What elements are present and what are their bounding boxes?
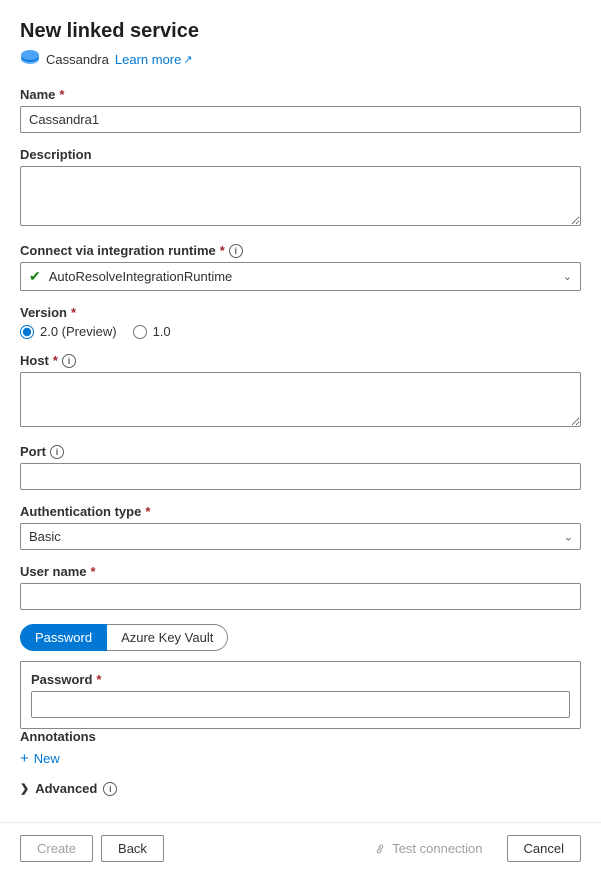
port-field-group: Port i [20, 444, 581, 490]
name-required-star: * [59, 87, 64, 102]
host-label: Host* i [20, 353, 581, 368]
footer-right: Test connection Cancel [357, 835, 581, 862]
cassandra-icon [20, 49, 40, 69]
create-button[interactable]: Create [20, 835, 93, 862]
name-field-group: Name* [20, 87, 581, 133]
password-tab[interactable]: Password [20, 624, 107, 651]
port-input[interactable] [20, 463, 581, 490]
test-connection-button[interactable]: Test connection [357, 836, 498, 861]
annotations-label: Annotations [20, 729, 581, 744]
version-1-radio[interactable] [133, 325, 147, 339]
learn-more-link[interactable]: Learn more ↗ [115, 52, 193, 67]
version-2-label: 2.0 (Preview) [40, 324, 117, 339]
advanced-section[interactable]: ❯ Advanced i [20, 781, 581, 796]
version-label: Version* [20, 305, 581, 320]
auth-type-select[interactable]: Basic Anonymous [20, 523, 581, 550]
host-field-group: Host* i [20, 353, 581, 430]
password-box: Password* [20, 661, 581, 729]
port-label: Port i [20, 444, 581, 459]
auth-type-dropdown[interactable]: Basic Anonymous ⌄ [20, 523, 581, 550]
advanced-chevron-icon: ❯ [20, 782, 29, 795]
footer-bar: Create Back Test connection Cancel [0, 822, 601, 874]
integration-runtime-dropdown[interactable]: ✔ AutoResolveIntegrationRuntime ⌄ [20, 262, 581, 291]
username-input[interactable] [20, 583, 581, 610]
azure-key-vault-tab[interactable]: Azure Key Vault [107, 624, 228, 651]
subtitle-row: Cassandra Learn more ↗ [20, 49, 581, 69]
host-input[interactable] [20, 372, 581, 427]
description-input[interactable] [20, 166, 581, 226]
integration-runtime-field-group: Connect via integration runtime* i ✔ Aut… [20, 243, 581, 291]
integration-runtime-info-icon[interactable]: i [229, 244, 243, 258]
footer-left: Create Back [20, 835, 164, 862]
external-link-icon: ↗ [183, 53, 192, 66]
password-tabs: Password Azure Key Vault [20, 624, 581, 651]
advanced-info-icon[interactable]: i [103, 782, 117, 796]
username-field-group: User name* [20, 564, 581, 610]
green-check-icon: ✔ [29, 268, 41, 285]
version-2-radio[interactable] [20, 325, 34, 339]
password-input[interactable] [31, 691, 570, 718]
port-info-icon[interactable]: i [50, 445, 64, 459]
version-options-row: 2.0 (Preview) 1.0 [20, 324, 581, 339]
version-field-group: Version* 2.0 (Preview) 1.0 [20, 305, 581, 339]
name-input[interactable] [20, 106, 581, 133]
username-label: User name* [20, 564, 581, 579]
auth-type-field-group: Authentication type* Basic Anonymous ⌄ [20, 504, 581, 550]
version-1-option[interactable]: 1.0 [133, 324, 171, 339]
ir-chevron-icon: ⌄ [563, 270, 572, 283]
back-button[interactable]: Back [101, 835, 164, 862]
password-label: Password* [31, 672, 570, 687]
new-annotation-button[interactable]: + New [20, 750, 60, 767]
version-2-option[interactable]: 2.0 (Preview) [20, 324, 117, 339]
host-info-icon[interactable]: i [62, 354, 76, 368]
auth-type-label: Authentication type* [20, 504, 581, 519]
plus-icon: + [20, 750, 29, 767]
description-field-group: Description [20, 147, 581, 229]
cancel-button[interactable]: Cancel [507, 835, 581, 862]
subtitle-text: Cassandra [46, 52, 109, 67]
description-label: Description [20, 147, 581, 162]
page-title: New linked service [20, 20, 581, 43]
integration-runtime-label: Connect via integration runtime* i [20, 243, 581, 258]
link-icon [373, 842, 387, 856]
advanced-label: Advanced [35, 781, 97, 796]
version-1-label: 1.0 [153, 324, 171, 339]
annotations-section: Annotations + New [20, 729, 581, 767]
name-label: Name* [20, 87, 581, 102]
integration-runtime-value: AutoResolveIntegrationRuntime [49, 269, 555, 284]
